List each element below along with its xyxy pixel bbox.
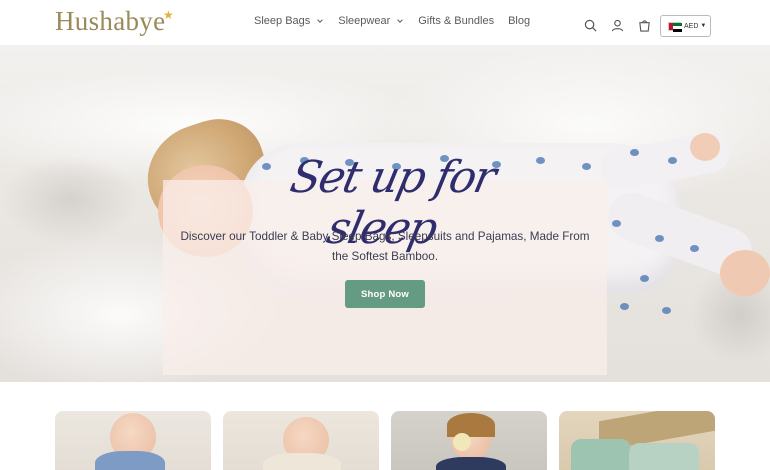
nav-item-sleepwear[interactable]: Sleepwear xyxy=(338,15,404,27)
cart-icon[interactable] xyxy=(637,18,651,32)
nav-item-label: Gifts & Bundles xyxy=(418,15,495,27)
currency-selector[interactable]: AED ▼ xyxy=(660,15,711,37)
product-card[interactable] xyxy=(223,411,379,470)
nav-item-label: Sleepwear xyxy=(338,15,391,27)
main-nav: Sleep Bags Sleepwear Gifts & Bundles Blo… xyxy=(254,15,544,27)
shop-now-button[interactable]: Shop Now xyxy=(345,280,425,308)
nav-item-gifts-bundles[interactable]: Gifts & Bundles xyxy=(418,15,494,27)
logo-star-icon: ★ xyxy=(163,8,174,22)
nav-item-label: Blog xyxy=(508,15,531,27)
chevron-down-icon xyxy=(317,19,324,23)
header-actions xyxy=(583,18,651,32)
account-icon[interactable] xyxy=(610,18,624,32)
uae-flag-icon xyxy=(668,21,682,32)
chevron-down-icon xyxy=(397,19,404,23)
nav-item-label: Sleep Bags xyxy=(254,15,311,27)
search-icon[interactable] xyxy=(583,18,597,32)
product-card[interactable] xyxy=(391,411,547,470)
site-header: Hushabye ★ Sleep Bags Sleepwear Gifts & … xyxy=(0,0,770,45)
nav-item-blog[interactable]: Blog xyxy=(508,15,530,27)
product-card[interactable] xyxy=(559,411,715,470)
hero-subtitle: Discover our Toddler & Baby Sleep Bags, … xyxy=(180,230,590,263)
product-card[interactable] xyxy=(55,411,211,470)
brand-logo[interactable]: Hushabye xyxy=(55,6,165,37)
currency-code: AED xyxy=(684,22,699,30)
caret-down-icon: ▼ xyxy=(700,23,707,29)
nav-item-sleep-bags[interactable]: Sleep Bags xyxy=(254,15,324,27)
